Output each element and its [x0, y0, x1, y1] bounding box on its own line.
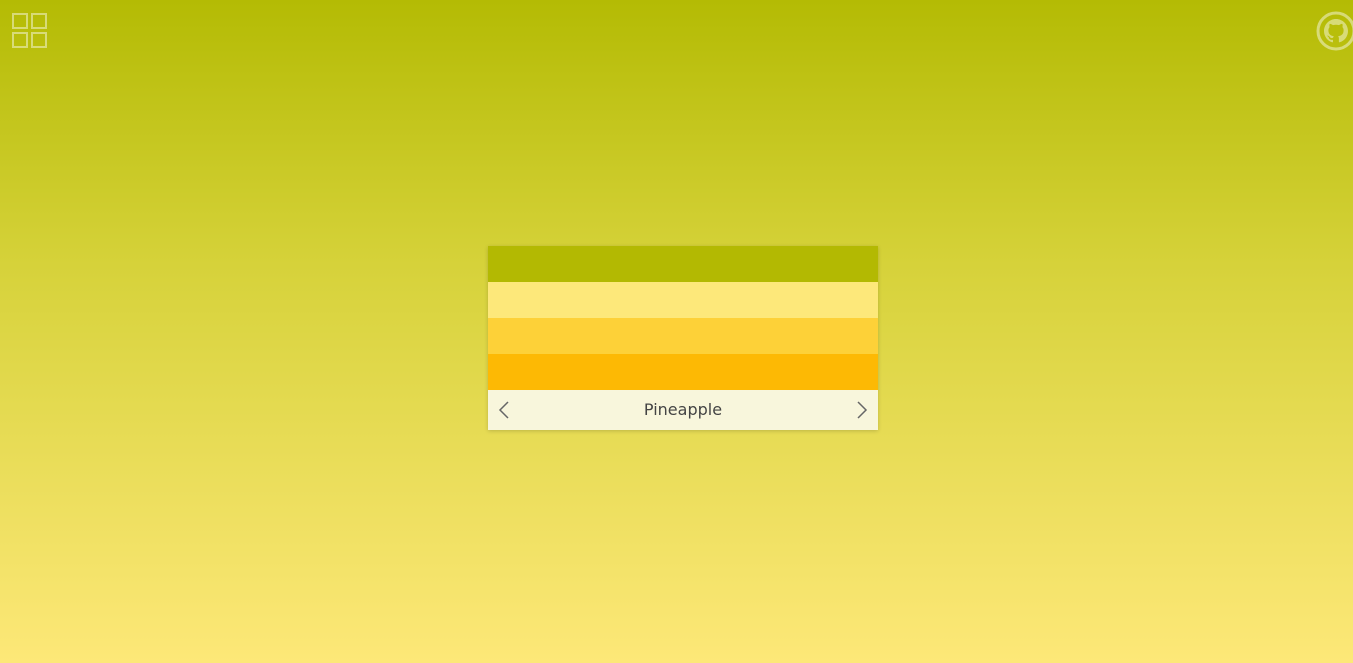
color-swatch-3[interactable] — [488, 318, 878, 354]
chevron-right-icon — [857, 401, 868, 419]
color-swatch-1[interactable] — [488, 246, 878, 282]
grid-view-button[interactable] — [11, 12, 49, 50]
palette-footer: Pineapple — [488, 390, 878, 430]
palette-name: Pineapple — [643, 400, 723, 419]
github-icon — [1316, 11, 1353, 51]
github-link[interactable] — [1315, 10, 1353, 52]
palette-card: Pineapple — [488, 246, 878, 430]
color-swatch-2[interactable] — [488, 282, 878, 318]
grid-icon — [12, 13, 47, 48]
next-palette-button[interactable] — [851, 399, 873, 421]
color-swatch-4[interactable] — [488, 354, 878, 390]
